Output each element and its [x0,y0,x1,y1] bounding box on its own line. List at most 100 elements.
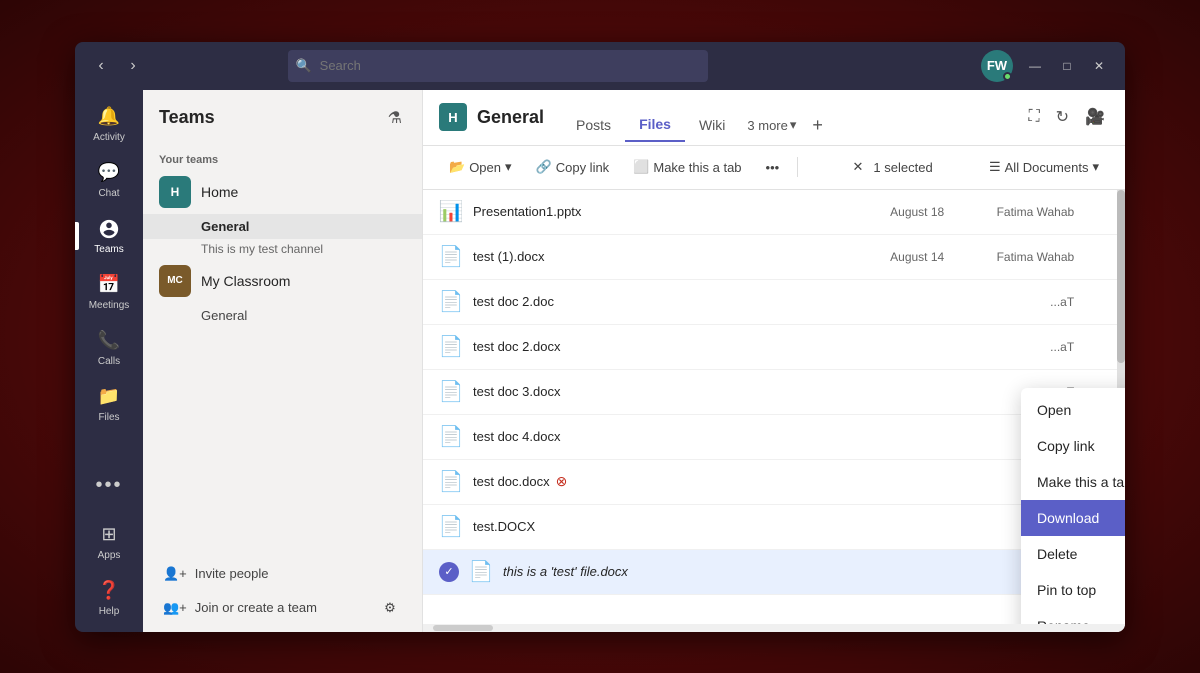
back-button[interactable]: ‹ [87,52,115,80]
maximize-button[interactable]: □ [1053,52,1081,80]
add-tab-button[interactable]: + [804,111,831,140]
ctx-delete[interactable]: Delete [1021,536,1125,572]
file-date: August 18 [854,205,944,219]
teams-header: Teams ⚗ [143,90,422,146]
file-row-test1[interactable]: 📄 test (1).docx August 14 Fatima Wahab •… [423,235,1125,280]
file-row-testdocdocx[interactable]: 📄 test doc.docx ⊗ a Wahab ••• [423,460,1125,505]
link-icon: 🔗 [536,159,552,175]
sidebar-item-activity[interactable]: 🔔 Activity [83,98,135,150]
sidebar-item-files[interactable]: 📁 Files [83,378,135,430]
ctx-pin-top[interactable]: Pin to top [1021,572,1125,608]
file-row-testdoc2docx[interactable]: 📄 test doc 2.docx ...aT ••• [423,325,1125,370]
refresh-button[interactable]: ↻ [1052,103,1073,131]
word-icon: 📄 [439,245,463,269]
app-window: ‹ › 🔍 FW — □ ✕ 🔔 Activity [75,42,1125,632]
toolbar-separator [797,157,798,177]
word-icon: 📄 [439,380,463,404]
teams-section-label: Your teams [143,146,422,170]
file-row-presentation[interactable]: 📊 Presentation1.pptx August 18 Fatima Wa… [423,190,1125,235]
context-menu: Open › Copy link Make this a tab Downloa… [1021,388,1125,624]
word-icon: 📄 [439,425,463,449]
sidebar-item-meetings[interactable]: 📅 Meetings [83,266,135,318]
tab-more[interactable]: 3 more ▾ [739,109,804,141]
tab-files[interactable]: Files [625,108,685,142]
search-input[interactable] [288,50,708,82]
file-date: August 14 [854,250,944,264]
avatar[interactable]: FW [981,50,1013,82]
open-chevron-icon: ▾ [505,159,512,175]
ctx-open[interactable]: Open › [1021,392,1125,428]
settings-button[interactable]: ⚙ [374,592,406,624]
forward-button[interactable]: › [119,52,147,80]
ctx-download[interactable]: Download [1021,500,1125,536]
apps-icon: ⊞ [97,523,121,547]
team-item-classroom[interactable]: MC My Classroom ••• [143,259,422,303]
h-scrollbar-thumb [433,625,493,631]
video-button[interactable]: 🎥 [1081,103,1109,131]
ctx-make-tab[interactable]: Make this a tab [1021,464,1125,500]
minimize-button[interactable]: — [1021,52,1049,80]
tab-posts[interactable]: Posts [562,109,625,141]
all-documents-button[interactable]: ☰ All Documents ▾ [979,153,1109,181]
file-name: test doc 3.docx [473,384,844,399]
list-icon: ☰ [989,159,1001,175]
clear-selection-button[interactable]: ✕ [849,157,868,177]
team-item-home[interactable]: H Home ••• [143,170,422,214]
file-name: test doc.docx ⊗ [473,473,844,490]
sidebar-item-calls[interactable]: 📞 Calls [83,322,135,374]
expand-button[interactable]: ⛶ [1024,104,1043,130]
channel-general-home[interactable]: General [143,214,422,239]
channel-general-classroom[interactable]: General [143,303,422,328]
team-name-classroom: My Classroom [201,273,369,289]
file-name: test.DOCX [473,519,844,534]
file-author: Fatima Wahab [954,205,1074,219]
sidebar-item-more[interactable]: ••• [83,460,135,512]
make-tab-button[interactable]: ⬜ Make this a tab [623,153,751,181]
file-name: this is a 'test' file.docx [503,564,844,579]
main-content: H General Posts Files Wiki 3 more ▾ + ⛶ … [423,90,1125,632]
file-row-testDOCX[interactable]: 📄 test.DOCX a Wahab ••• [423,505,1125,550]
file-row-testdoc2doc[interactable]: 📄 test doc 2.doc ...aT ••• [423,280,1125,325]
chat-icon: 💬 [97,161,121,185]
file-row-testdoc3[interactable]: 📄 test doc 3.docx ...aT ••• [423,370,1125,415]
teams-icon [97,217,121,241]
teams-filter-button[interactable]: ⚗ [384,104,406,132]
sidebar-icons: 🔔 Activity 💬 Chat Teams 📅 Meetings 📞 Cal… [75,90,143,632]
close-button[interactable]: ✕ [1085,52,1113,80]
file-row-testdoc4[interactable]: 📄 test doc 4.docx ...aT ••• [423,415,1125,460]
word-icon: 📄 [439,290,463,314]
help-icon: ❓ [97,579,121,603]
app-body: 🔔 Activity 💬 Chat Teams 📅 Meetings 📞 Cal… [75,90,1125,632]
invite-people-button[interactable]: 👤+ Invite people [159,558,406,590]
settings-icon: ⚙ [384,600,396,616]
tab-icon: ⬜ [633,159,649,175]
calls-icon: 📞 [97,329,121,353]
team-avatar-home: H [159,176,191,208]
files-list: 📊 Presentation1.pptx August 18 Fatima Wa… [423,190,1125,624]
window-controls: — □ ✕ [1021,52,1113,80]
join-create-button[interactable]: 👥+ Join or create a team [159,592,374,624]
sidebar-item-teams[interactable]: Teams [83,210,135,262]
copy-link-button[interactable]: 🔗 Copy link [526,153,620,181]
team-name-home: Home [201,184,369,200]
horizontal-scrollbar[interactable] [423,624,1125,632]
sidebar-item-help[interactable]: ❓ Help [83,572,135,624]
file-name: test (1).docx [473,249,844,264]
sidebar-item-chat[interactable]: 💬 Chat [83,154,135,206]
more-icon: ••• [97,474,121,498]
open-button[interactable]: 📂 Open ▾ [439,153,522,181]
file-name: test doc 2.docx [473,339,844,354]
ppt-icon: 📊 [439,200,463,224]
toolbar-more-button[interactable]: ••• [756,154,790,181]
ctx-rename[interactable]: Rename [1021,608,1125,624]
scrollbar-thumb [1117,190,1125,364]
file-row-test-file[interactable]: ✓ 📄 this is a 'test' file.docx a Wahab •… [423,550,1125,595]
team-avatar-classroom: MC [159,265,191,297]
file-author: ...aT [954,295,1074,309]
sidebar-item-apps[interactable]: ⊞ Apps [83,516,135,568]
channel-test-sub: This is my test channel [143,239,422,259]
tab-wiki[interactable]: Wiki [685,109,739,141]
chevron-down-icon: ▾ [790,117,797,133]
check-circle: ✓ [439,562,459,582]
ctx-copy-link[interactable]: Copy link [1021,428,1125,464]
